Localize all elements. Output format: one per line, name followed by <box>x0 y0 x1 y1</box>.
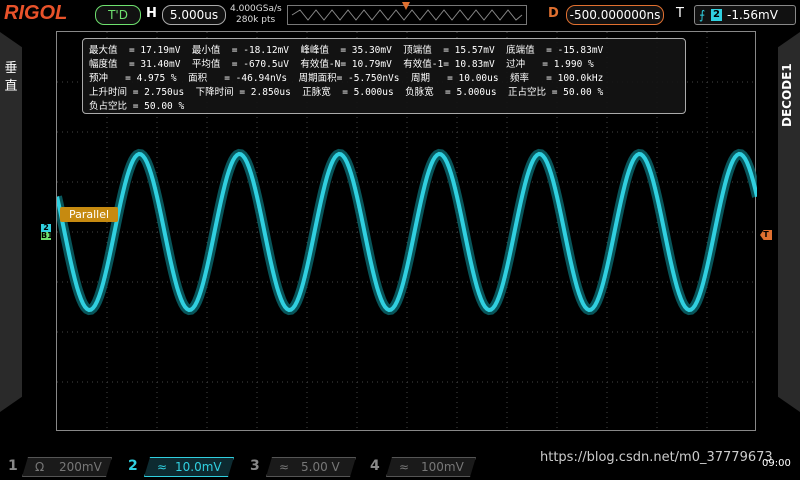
channel-2-settings[interactable]: ≈ 10.0mV <box>144 457 234 477</box>
channel-1-coupling: Ω <box>35 460 45 474</box>
trigger-settings[interactable]: ⨍ 2 -1.56mV <box>694 5 796 25</box>
top-status-bar: RIGOL T'D H 5.000us 4.000GSa/s 280k pts … <box>0 0 800 30</box>
bus-1-marker[interactable]: B1 <box>41 232 53 240</box>
channel-4-number: 4 <box>370 458 380 474</box>
sample-rate: 4.000GSa/s <box>230 4 282 14</box>
delay-label: D <box>548 6 559 21</box>
horizontal-delay[interactable]: -500.000000ns <box>566 5 664 25</box>
channel-4-scale: 100mV <box>421 460 464 474</box>
channel-3-settings[interactable]: ≈ 5.00 V <box>266 457 356 477</box>
channel-2-number: 2 <box>128 458 138 474</box>
measurement-row: 负占空比 = 50.00 % <box>89 101 185 112</box>
parallel-decode-label[interactable]: Parallel <box>60 207 118 222</box>
trigger-level-marker[interactable]: T <box>760 230 772 240</box>
clock: 09:00 <box>762 458 791 469</box>
measurement-row: 上升时间 = 2.750us 下降时间 = 2.850us 正脉宽 = 5.00… <box>89 87 604 98</box>
channel-4-coupling: ≈ <box>399 460 410 474</box>
channel-2-scale: 10.0mV <box>175 460 222 474</box>
vertical-menu-label[interactable]: 垂直 <box>2 60 20 96</box>
measurement-row: 最大值 = 17.19mV 最小值 = -18.12mV 峰峰值 = 35.30… <box>89 45 604 56</box>
memory-overview-waveform <box>291 9 523 21</box>
channel-3-number: 3 <box>250 458 260 474</box>
timebase-value[interactable]: 5.000us <box>162 5 226 25</box>
channel-4-settings[interactable]: ≈ 100mV <box>386 457 476 477</box>
measurement-panel: 最大值 = 17.19mV 最小值 = -18.12mV 峰峰值 = 35.30… <box>82 38 686 114</box>
channel-3-scale: 5.00 V <box>301 460 340 474</box>
timebase-label: H <box>146 6 157 21</box>
measurement-row: 幅度值 = 31.40mV 平均值 = -670.5uV 有效值-N= 10.7… <box>89 59 594 70</box>
decode-menu-label[interactable]: DECODE1 <box>780 40 798 150</box>
watermark: https://blog.csdn.net/m0_37779673 <box>540 450 773 465</box>
measurement-row: 预冲 = 4.975 % 面积 = -46.94nVs 周期面积= -5.750… <box>89 73 604 84</box>
trigger-label: T <box>676 6 684 21</box>
trigger-level: -1.56mV <box>727 8 778 22</box>
brand-logo: RIGOL <box>4 2 68 24</box>
run-state-indicator[interactable]: T'D <box>95 5 141 25</box>
trigger-source-badge: 2 <box>711 9 722 21</box>
channel-1-number: 1 <box>8 458 18 474</box>
memory-depth: 280k pts <box>236 15 276 25</box>
rising-edge-icon: ⨍ <box>699 8 706 22</box>
channel-2-coupling: ≈ <box>157 460 168 474</box>
channel-1-scale: 200mV <box>59 460 102 474</box>
channel-1-settings[interactable]: Ω 200mV <box>22 457 112 477</box>
channel-3-coupling: ≈ <box>279 460 290 474</box>
